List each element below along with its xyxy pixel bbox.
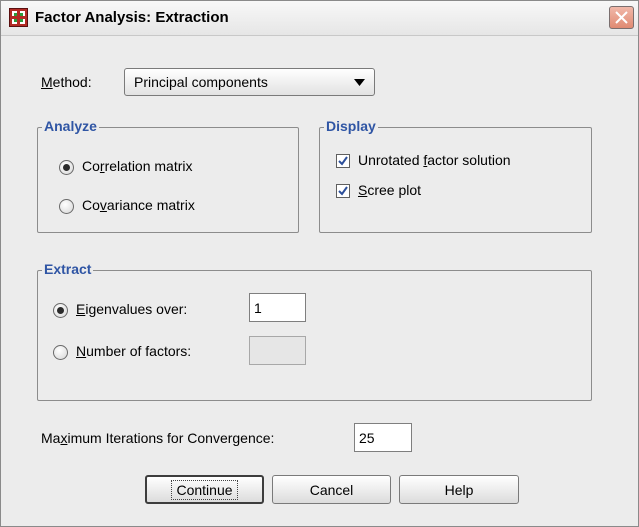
dialog-body: Method: Principal components Analyze Cor… — [7, 39, 632, 522]
method-dropdown[interactable]: Principal components — [124, 68, 375, 96]
analyze-group-title: Analyze — [42, 118, 99, 134]
scree-plot-label[interactable]: Scree plot — [358, 182, 421, 198]
factor-extraction-dialog: Factor Analysis: Extraction Method: Prin… — [0, 0, 639, 527]
checkmark-icon — [338, 186, 348, 196]
display-group: Display Unrotated factor solution Scree … — [319, 118, 592, 233]
scree-plot-checkbox[interactable] — [336, 184, 350, 198]
eigenvalues-over-input[interactable] — [249, 293, 306, 322]
cancel-button[interactable]: Cancel — [272, 475, 391, 504]
eigenvalues-over-radio[interactable] — [53, 303, 68, 318]
close-button[interactable] — [609, 6, 634, 29]
number-of-factors-radio[interactable] — [53, 345, 68, 360]
number-of-factors-input[interactable] — [249, 336, 306, 365]
number-of-factors-label[interactable]: Number of factors: — [76, 343, 191, 359]
covariance-matrix-label[interactable]: Covariance matrix — [82, 197, 195, 213]
continue-button[interactable]: Continue — [145, 475, 264, 504]
method-label: Method: — [41, 74, 92, 90]
max-iterations-input[interactable] — [354, 423, 412, 452]
display-group-title: Display — [324, 118, 378, 134]
correlation-matrix-label[interactable]: Correlation matrix — [82, 158, 193, 174]
correlation-matrix-radio[interactable] — [59, 160, 74, 175]
unrotated-factor-solution-label[interactable]: Unrotated factor solution — [358, 152, 511, 168]
unrotated-factor-solution-checkbox[interactable] — [336, 154, 350, 168]
close-icon — [615, 11, 628, 24]
eigenvalues-over-label[interactable]: Eigenvalues over: — [76, 301, 187, 317]
covariance-matrix-radio[interactable] — [59, 199, 74, 214]
title-bar[interactable]: Factor Analysis: Extraction — [1, 1, 638, 36]
analyze-group: Analyze Correlation matrix Covariance ma… — [37, 118, 299, 233]
help-button[interactable]: Help — [399, 475, 519, 504]
triangle-down-icon — [354, 79, 365, 86]
app-icon — [9, 8, 28, 27]
method-value: Principal components — [134, 74, 268, 90]
max-iterations-label: Maximum Iterations for Convergence: — [41, 430, 275, 446]
window-title: Factor Analysis: Extraction — [35, 9, 229, 26]
extract-group: Extract Eigenvalues over: Number of fact… — [37, 261, 592, 401]
extract-group-title: Extract — [42, 261, 94, 277]
checkmark-icon — [338, 156, 348, 166]
